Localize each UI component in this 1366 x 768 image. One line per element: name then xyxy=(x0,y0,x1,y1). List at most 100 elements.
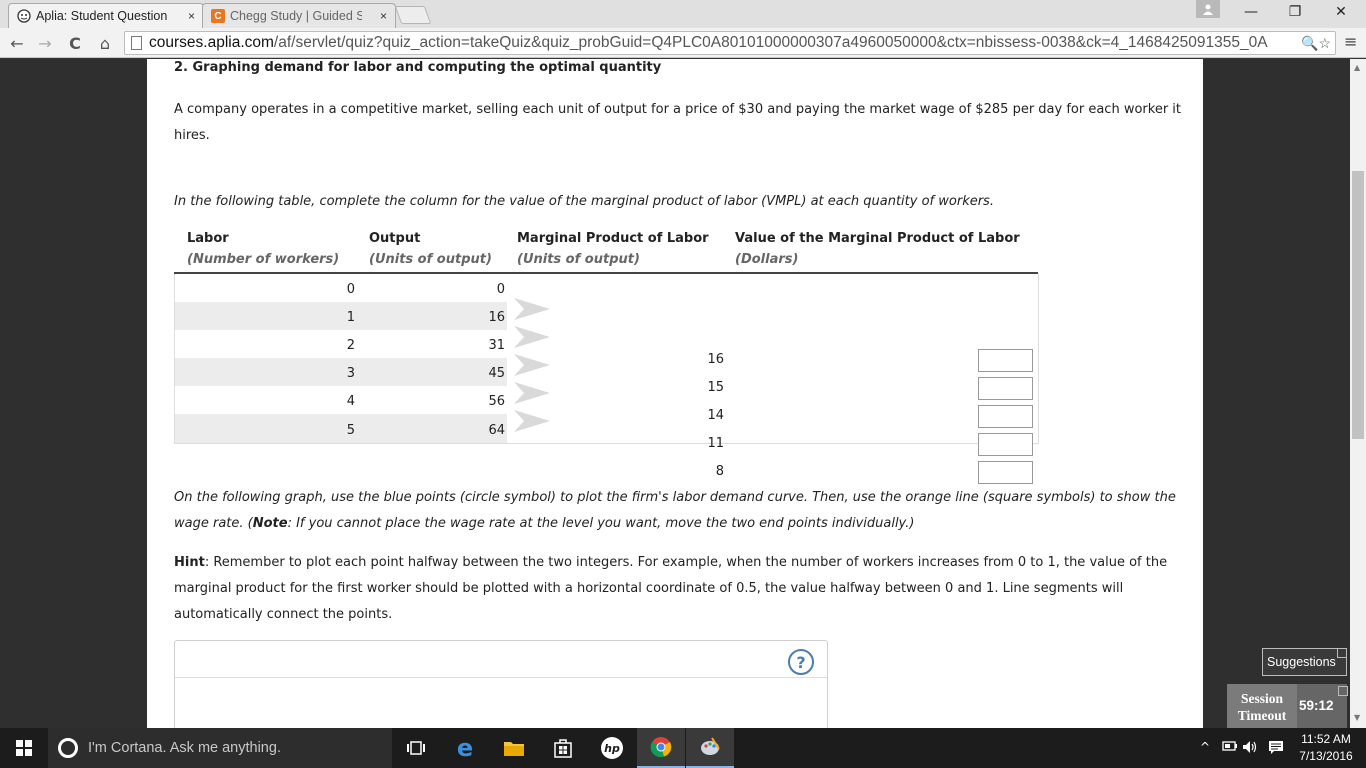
browser-tab-strip: Aplia: Student Question × C Chegg Study … xyxy=(0,0,1366,28)
output-cell: 45 xyxy=(488,366,505,381)
vmpl-input[interactable] xyxy=(978,433,1033,456)
question-content: 2. Graphing demand for labor and computi… xyxy=(147,59,1203,728)
header-vmpl-sub: (Dollars) xyxy=(735,252,799,267)
aplia-favicon-icon xyxy=(17,9,31,23)
chevron-right-icon xyxy=(514,354,550,376)
header-output: Output xyxy=(369,231,421,246)
cortana-search-box[interactable]: I'm Cortana. Ask me anything. xyxy=(48,728,392,768)
browser-toolbar: ← → C ⌂ courses.aplia.com/af/servlet/qui… xyxy=(0,28,1366,58)
vmpl-input[interactable] xyxy=(978,461,1033,484)
mpl-cell: 8 xyxy=(715,464,724,479)
chevron-right-icon xyxy=(514,326,550,348)
scroll-down-icon[interactable]: ▼ xyxy=(1354,713,1360,722)
cortana-placeholder: I'm Cortana. Ask me anything. xyxy=(88,740,281,756)
close-window-button[interactable]: ✕ xyxy=(1318,0,1364,24)
home-icon[interactable]: ⌂ xyxy=(94,32,116,54)
tab-title: Aplia: Student Question xyxy=(36,9,168,23)
vmpl-input[interactable] xyxy=(978,405,1033,428)
back-arrow-icon[interactable]: ← xyxy=(6,32,28,54)
table-instruction: In the following table, complete the col… xyxy=(174,194,994,209)
volume-icon[interactable] xyxy=(1242,740,1258,757)
header-vmpl: Value of the Marginal Product of Labor xyxy=(735,231,1020,246)
hint-paragraph: Hint: Remember to plot each point halfwa… xyxy=(174,550,1184,628)
mpl-vmpl-panel xyxy=(506,274,1039,444)
intro-paragraph: A company operates in a competitive mark… xyxy=(174,102,1182,143)
chevron-right-icon xyxy=(514,410,550,432)
graph-panel[interactable]: ? xyxy=(174,640,828,728)
taskbar-clock[interactable]: 11:52 AM 7/13/2016 xyxy=(1290,731,1362,765)
header-mpl-sub: (Units of output) xyxy=(517,252,640,267)
session-timer: 59:12 xyxy=(1299,698,1334,713)
scrollbar-thumb[interactable] xyxy=(1352,171,1364,439)
url-host: courses.aplia.com xyxy=(149,34,274,51)
mpl-cell: 11 xyxy=(707,436,724,451)
output-cell: 31 xyxy=(488,338,505,353)
page-scrollbar[interactable]: ▲ ▼ xyxy=(1350,59,1366,728)
suggestions-label: Suggestions xyxy=(1267,655,1336,669)
output-cell: 56 xyxy=(488,394,505,409)
mpl-cell: 15 xyxy=(707,380,724,395)
new-tab-button[interactable] xyxy=(394,6,432,24)
paint-icon[interactable] xyxy=(686,728,734,768)
tab-title: Chegg Study | Guided Sol xyxy=(230,9,362,23)
edge-browser-icon[interactable]: e xyxy=(441,728,489,768)
clock-time: 11:52 AM xyxy=(1301,732,1351,746)
chevron-right-icon xyxy=(514,382,550,404)
chrome-icon[interactable] xyxy=(637,728,685,768)
tray-chevron-icon[interactable]: ^ xyxy=(1200,740,1210,754)
vmpl-input[interactable] xyxy=(978,349,1033,372)
chegg-favicon-icon: C xyxy=(211,9,225,23)
profile-icon[interactable] xyxy=(1196,0,1220,18)
labor-output-panel: 0 0 1 16 2 31 3 45 4 56 5 64 xyxy=(174,274,507,444)
panel-divider xyxy=(175,677,827,678)
minimize-widget-icon[interactable] xyxy=(1337,648,1347,658)
page-icon xyxy=(131,36,142,50)
windows-taskbar: I'm Cortana. Ask me anything. e hp ^ 11:… xyxy=(0,728,1366,768)
windows-start-icon[interactable] xyxy=(0,728,48,768)
forward-arrow-icon[interactable]: → xyxy=(34,32,56,54)
tab-aplia[interactable]: Aplia: Student Question × xyxy=(8,3,204,28)
note-label: Note xyxy=(252,516,288,531)
file-explorer-icon[interactable] xyxy=(490,728,538,768)
header-labor: Labor xyxy=(187,231,229,246)
tab-close-icon[interactable]: × xyxy=(380,9,387,23)
header-output-sub: (Units of output) xyxy=(369,252,492,267)
session-label-line2: Timeout xyxy=(1237,708,1287,723)
suggestions-button[interactable]: Suggestions xyxy=(1262,648,1347,676)
store-icon[interactable] xyxy=(539,728,587,768)
task-view-icon[interactable] xyxy=(392,728,440,768)
address-bar[interactable]: courses.aplia.com/af/servlet/quiz?quiz_a… xyxy=(124,31,1336,55)
graph-instruction: On the following graph, use the blue poi… xyxy=(174,485,1184,537)
battery-icon[interactable] xyxy=(1222,740,1238,755)
chevron-right-icon xyxy=(514,298,550,320)
mpl-cell: 16 xyxy=(707,352,724,367)
page-viewport: 2. Graphing demand for labor and computi… xyxy=(0,59,1350,728)
scroll-up-icon[interactable]: ▲ xyxy=(1354,63,1360,72)
hint-label: Hint xyxy=(174,555,205,570)
vmpl-input[interactable] xyxy=(978,377,1033,400)
help-question-icon[interactable]: ? xyxy=(788,649,814,675)
session-label-line1: Session xyxy=(1240,691,1284,706)
vmpl-table: Labor (Number of workers) Output (Units … xyxy=(174,225,1040,484)
output-cell: 64 xyxy=(488,423,505,438)
graph-instruction-note-text: : If you cannot place the wage rate at t… xyxy=(287,516,915,531)
zoom-bookmark-icons[interactable]: 🔍☆ xyxy=(1299,35,1331,52)
minimize-button[interactable]: — xyxy=(1228,0,1274,24)
browser-menu-icon[interactable]: ≡ xyxy=(1344,34,1358,50)
output-cell: 0 xyxy=(496,282,505,297)
reload-icon[interactable]: C xyxy=(64,32,86,54)
tab-chegg[interactable]: C Chegg Study | Guided Sol × xyxy=(202,3,396,28)
minimize-widget-icon[interactable] xyxy=(1338,686,1348,696)
mpl-cell: 14 xyxy=(707,408,724,423)
tab-close-icon[interactable]: × xyxy=(188,9,195,23)
svg-text:hp: hp xyxy=(604,742,620,755)
clock-date: 7/13/2016 xyxy=(1299,749,1353,763)
url-path: /af/servlet/quiz?quiz_action=takeQuiz&qu… xyxy=(273,34,1268,51)
hp-icon[interactable]: hp xyxy=(588,728,636,768)
maximize-button[interactable]: ❐ xyxy=(1272,0,1318,24)
cortana-icon xyxy=(58,738,78,758)
output-cell: 16 xyxy=(488,310,505,325)
question-title: 2. Graphing demand for labor and computi… xyxy=(174,60,662,75)
action-center-icon[interactable] xyxy=(1268,740,1284,759)
session-timeout-widget: Session Timeout 59:12 xyxy=(1227,684,1348,728)
